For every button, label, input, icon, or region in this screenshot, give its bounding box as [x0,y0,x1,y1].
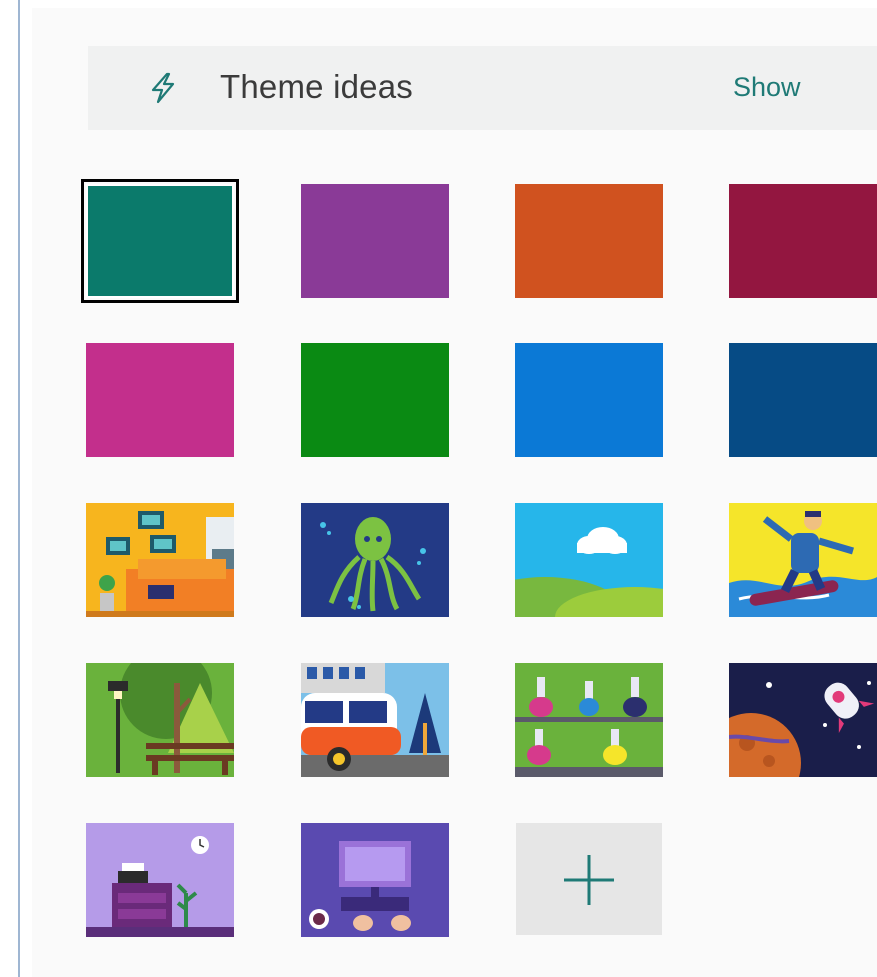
lightning-bolt-icon [148,72,178,104]
color-swatch-magenta[interactable] [86,343,234,457]
color-swatch-orange[interactable] [515,184,663,298]
color-swatch-green[interactable] [301,343,449,457]
theme-image-typewriter-desk[interactable] [86,823,234,937]
panel-left-border [18,0,20,977]
theme-image-octopus[interactable] [301,503,449,617]
theme-ideas-title: Theme ideas [220,68,413,105]
theme-image-space-rocket[interactable] [729,663,877,777]
color-swatch-purple[interactable] [301,184,449,298]
theme-image-living-room[interactable] [86,503,234,617]
show-theme-ideas-link[interactable]: Show [733,72,801,103]
color-swatch-crimson[interactable] [729,184,877,298]
theme-image-landscape-cloud[interactable] [515,503,663,617]
theme-image-lab-flasks[interactable] [515,663,663,777]
theme-ideas-bar: Theme ideas Show [88,46,877,130]
plus-icon [516,823,662,935]
color-swatch-teal[interactable] [81,179,239,303]
color-swatch-navy[interactable] [729,343,877,457]
theme-image-keyboard-computer[interactable] [301,823,449,937]
add-custom-theme-button[interactable] [516,823,662,935]
theme-image-park-bench[interactable] [86,663,234,777]
theme-image-snowboarder[interactable] [729,503,877,617]
theme-image-city-bus[interactable] [301,663,449,777]
color-swatch-blue[interactable] [515,343,663,457]
